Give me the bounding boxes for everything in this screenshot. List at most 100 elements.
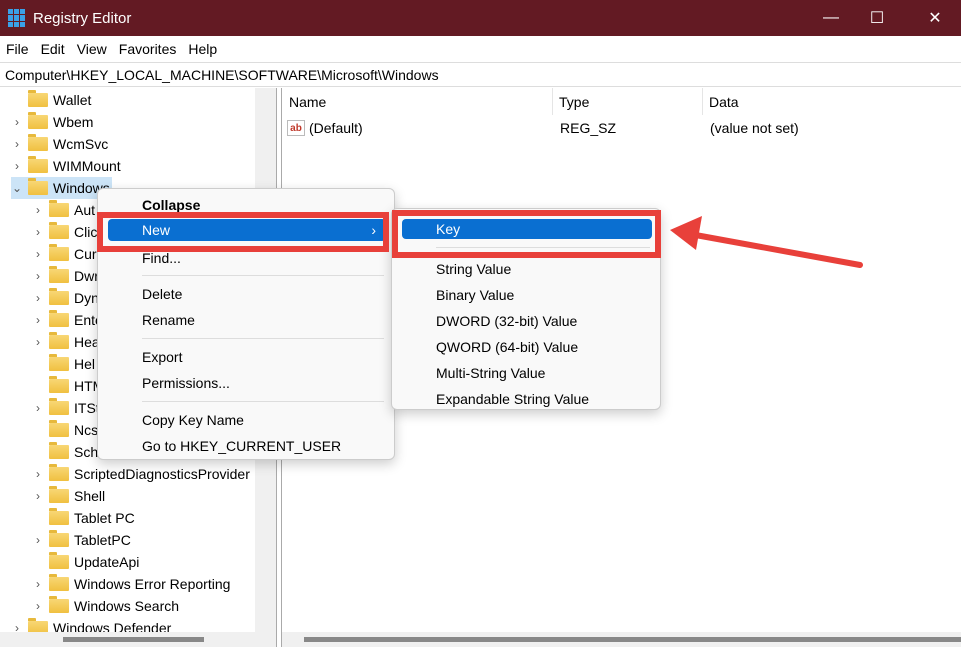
menu-favorites[interactable]: Favorites xyxy=(113,41,183,57)
expander-icon[interactable]: › xyxy=(32,599,44,613)
window-title: Registry Editor xyxy=(33,9,132,27)
menu-item-export[interactable]: Export xyxy=(98,344,394,370)
menu-item-goto-hkcu[interactable]: Go to HKEY_CURRENT_USER xyxy=(98,433,394,459)
folder-icon xyxy=(49,596,69,613)
scrollbar-thumb[interactable] xyxy=(304,637,961,642)
tree-item[interactable]: › Aut xyxy=(32,199,97,221)
menu-item-delete[interactable]: Delete xyxy=(98,281,394,307)
expander-icon[interactable]: › xyxy=(32,225,44,239)
tree-item[interactable]: › Windows Error Reporting xyxy=(32,573,232,595)
tree-item[interactable]: › Hea xyxy=(32,331,102,353)
tree-item[interactable]: › Dyn xyxy=(32,287,101,309)
expander-icon[interactable]: › xyxy=(32,203,44,217)
list-horizontal-scrollbar[interactable] xyxy=(282,632,961,647)
folder-icon xyxy=(49,200,69,217)
scrollbar-thumb[interactable] xyxy=(63,637,204,642)
value-type: REG_SZ xyxy=(560,120,617,136)
tree-item[interactable]: HTM xyxy=(32,375,106,397)
folder-icon xyxy=(49,354,69,371)
tree-item[interactable]: › Windows Search xyxy=(32,595,181,617)
address-bar[interactable]: Computer\HKEY_LOCAL_MACHINE\SOFTWARE\Mic… xyxy=(0,62,961,87)
folder-icon xyxy=(49,464,69,481)
tree-item[interactable]: Tablet PC xyxy=(32,507,137,529)
folder-icon xyxy=(49,574,69,591)
tree-item[interactable]: › WcmSvc xyxy=(11,133,110,155)
tree-item-label: Windows Defender xyxy=(53,620,172,632)
expander-icon[interactable]: › xyxy=(32,291,44,305)
expander-icon[interactable]: › xyxy=(11,621,23,632)
expander-icon[interactable]: › xyxy=(32,313,44,327)
annotation-arrow-icon xyxy=(670,216,863,268)
column-header-data[interactable]: Data xyxy=(703,88,961,115)
submenu-item[interactable]: Expandable String Value xyxy=(392,386,660,412)
tree-item[interactable]: UpdateApi xyxy=(32,551,141,573)
tree-item[interactable]: › Clic xyxy=(32,221,99,243)
menu-view[interactable]: View xyxy=(71,41,113,57)
folder-icon xyxy=(28,178,48,195)
tree-item[interactable]: › Curr xyxy=(32,243,103,265)
tree-item-label: Windows Error Reporting xyxy=(74,576,231,592)
tree-item-label: Tablet PC xyxy=(74,510,135,526)
folder-icon xyxy=(49,398,69,415)
expander-icon[interactable]: › xyxy=(11,159,23,173)
submenu-item[interactable]: Binary Value xyxy=(392,282,660,308)
column-header-type[interactable]: Type xyxy=(553,88,703,115)
tree-item[interactable]: › Shell xyxy=(32,485,107,507)
expander-icon[interactable]: ⌄ xyxy=(11,181,23,195)
folder-icon xyxy=(49,244,69,261)
expander-icon[interactable]: › xyxy=(11,137,23,151)
expander-icon[interactable]: › xyxy=(32,489,44,503)
menu-item-permissions[interactable]: Permissions... xyxy=(98,370,394,396)
tree-item[interactable]: › ITSt xyxy=(32,397,102,419)
folder-icon xyxy=(28,618,48,632)
maximize-button[interactable]: ☐ xyxy=(854,0,900,36)
tree-item[interactable]: › Ente xyxy=(32,309,105,331)
submenu-item[interactable]: QWORD (64-bit) Value xyxy=(392,334,660,360)
menu-edit[interactable]: Edit xyxy=(35,41,71,57)
tree-item-label: Aut xyxy=(74,202,96,218)
expander-icon[interactable]: › xyxy=(32,577,44,591)
tree-item[interactable]: Wallet xyxy=(11,89,93,111)
close-button[interactable]: ✕ xyxy=(912,0,958,36)
tree-item[interactable]: Hel xyxy=(32,353,97,375)
value-name: (Default) xyxy=(309,120,363,136)
tree-item[interactable]: › WIMMount xyxy=(11,155,123,177)
tree-item-label: Windows Search xyxy=(74,598,180,614)
folder-icon xyxy=(49,376,69,393)
tree-item[interactable]: › Dwr xyxy=(32,265,101,287)
menu-item-rename[interactable]: Rename xyxy=(98,307,394,333)
minimize-button[interactable]: — xyxy=(808,0,854,36)
folder-icon xyxy=(49,222,69,239)
title-bar: Registry Editor — ☐ ✕ xyxy=(0,0,961,36)
expander-icon[interactable]: › xyxy=(32,269,44,283)
menu-item-copy-key-name[interactable]: Copy Key Name xyxy=(98,407,394,433)
folder-icon xyxy=(49,332,69,349)
folder-icon xyxy=(49,420,69,437)
column-header-name[interactable]: Name xyxy=(283,88,553,115)
tree-item[interactable]: › Windows Defender xyxy=(11,617,173,632)
folder-icon xyxy=(28,90,48,107)
tree-item[interactable]: › Wbem xyxy=(11,111,95,133)
submenu-item[interactable]: Multi-String Value xyxy=(392,360,660,386)
menu-bar: File Edit View Favorites Help xyxy=(0,36,961,61)
expander-icon[interactable]: › xyxy=(32,467,44,481)
tree-item[interactable]: Ncs xyxy=(32,419,100,441)
menu-help[interactable]: Help xyxy=(182,41,223,57)
tree-item[interactable]: › TabletPC xyxy=(32,529,133,551)
submenu-item[interactable]: String Value xyxy=(392,256,660,282)
expander-icon[interactable]: › xyxy=(32,533,44,547)
string-value-icon: ab xyxy=(287,120,305,136)
tree-item-label: WcmSvc xyxy=(53,136,109,152)
registry-editor-icon xyxy=(8,9,26,27)
expander-icon[interactable]: › xyxy=(32,401,44,415)
submenu-item[interactable]: DWORD (32-bit) Value xyxy=(392,308,660,334)
folder-icon xyxy=(49,530,69,547)
tree-horizontal-scrollbar[interactable] xyxy=(0,632,276,647)
expander-icon[interactable]: › xyxy=(11,115,23,129)
value-row-name[interactable]: ab (Default) xyxy=(287,118,363,138)
tree-item[interactable]: › ScriptedDiagnosticsProvider xyxy=(32,463,252,485)
folder-icon xyxy=(49,266,69,283)
menu-file[interactable]: File xyxy=(0,41,35,57)
expander-icon[interactable]: › xyxy=(32,335,44,349)
expander-icon[interactable]: › xyxy=(32,247,44,261)
